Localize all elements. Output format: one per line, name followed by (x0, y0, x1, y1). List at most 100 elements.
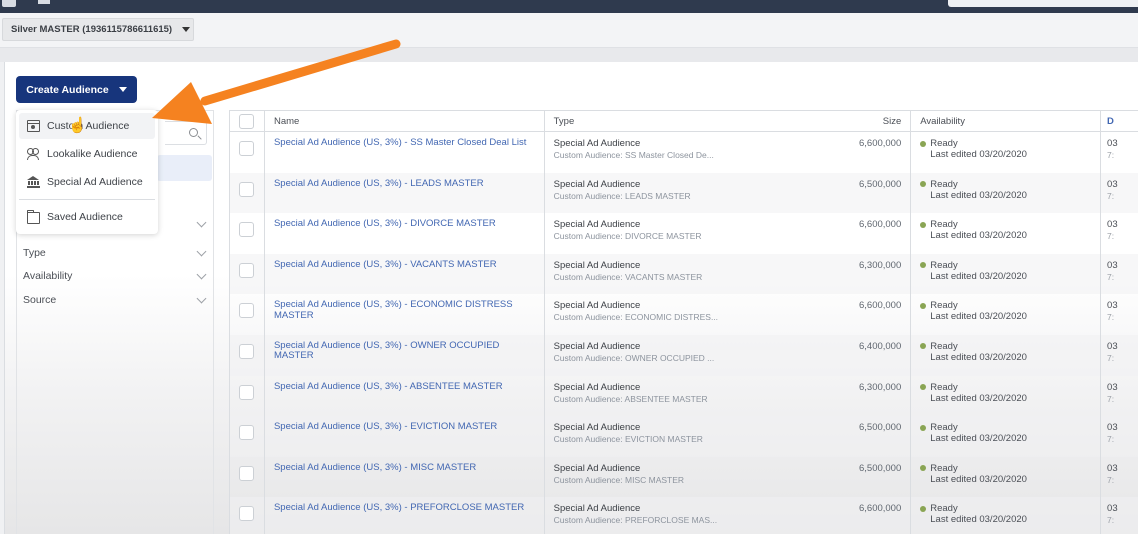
name-cell: Special Ad Audience (US, 3%) - SS Master… (265, 132, 545, 173)
table-row[interactable]: Special Ad Audience (US, 3%) - OWNER OCC… (229, 334, 1138, 376)
status-label: Ready (930, 259, 958, 271)
filter-availability[interactable]: Availability (23, 269, 209, 282)
column-header-label: Type (553, 115, 575, 127)
time-created: 7: (1107, 231, 1115, 242)
audience-name-link[interactable]: Special Ad Audience (US, 3%) - OWNER OCC… (274, 340, 536, 362)
date-cell: 03 7: (1101, 254, 1138, 295)
date-created: 03 (1107, 462, 1118, 474)
audience-name-link[interactable]: Special Ad Audience (US, 3%) - ABSENTEE … (274, 381, 536, 393)
name-cell: Special Ad Audience (US, 3%) - EVICTION … (265, 416, 545, 457)
availability-cell: Ready Last edited 03/20/2020 (911, 334, 1102, 376)
row-checkbox[interactable] (239, 425, 255, 441)
status-dot-icon (920, 262, 927, 269)
row-checkbox[interactable] (239, 222, 255, 238)
select-all-checkbox[interactable] (239, 113, 255, 129)
sidebar-selected-item[interactable] (157, 155, 212, 181)
table-row[interactable]: Special Ad Audience (US, 3%) - EVICTION … (229, 416, 1138, 457)
time-created: 7: (1107, 515, 1115, 526)
date-created: 03 (1107, 340, 1118, 352)
date-cell: 03 7: (1101, 213, 1138, 254)
row-checkbox[interactable] (239, 343, 255, 359)
status-dot-icon (920, 302, 927, 309)
filter-label: Type (23, 247, 46, 259)
date-cell: 03 7: (1101, 457, 1138, 498)
audience-name-link[interactable]: Special Ad Audience (US, 3%) - SS Master… (274, 137, 536, 149)
search-icon (189, 128, 198, 137)
last-edited: Last edited 03/20/2020 (930, 433, 1027, 445)
time-created: 7: (1107, 474, 1115, 485)
audience-name-link[interactable]: Special Ad Audience (US, 3%) - PREFORCLO… (274, 503, 536, 514)
audience-source: Custom Audience: OWNER OCCUPIED ... (553, 352, 715, 363)
column-header-name[interactable]: Name (265, 111, 545, 131)
audience-name-link[interactable]: Special Ad Audience (US, 3%) - DIVORCE M… (274, 219, 536, 230)
audience-source: Custom Audience: PREFORCLOSE MAS... (553, 515, 718, 526)
table-body: Special Ad Audience (US, 3%) - SS Master… (229, 132, 1138, 534)
menu-item-special-ad-audience[interactable]: Special Ad Audience (19, 169, 155, 195)
filter-type[interactable]: Type (23, 246, 209, 259)
account-selector[interactable]: Silver MASTER (1936115786611615) (2, 18, 194, 41)
status-dot-icon (920, 181, 927, 188)
audience-source: Custom Audience: SS Master Closed De... (553, 150, 714, 160)
row-checkbox[interactable] (239, 262, 255, 278)
audience-source: Custom Audience: ABSENTEE MASTER (553, 393, 708, 404)
table-row[interactable]: Special Ad Audience (US, 3%) - ECONOMIC … (229, 294, 1138, 335)
audience-type: Special Ad Audience (553, 381, 641, 393)
audience-type: Special Ad Audience (553, 300, 641, 312)
status-label: Ready (930, 503, 958, 515)
row-checkbox[interactable] (239, 506, 255, 522)
audience-size: 6,300,000 (858, 259, 902, 271)
row-checkbox[interactable] (239, 303, 255, 319)
table-header: Name Type Size Availability D (229, 110, 1138, 132)
table-row[interactable]: Special Ad Audience (US, 3%) - MISC MAST… (229, 456, 1138, 498)
audience-name-link[interactable]: Special Ad Audience (US, 3%) - LEADS MAS… (274, 178, 536, 190)
column-header-type[interactable]: Type Size (545, 111, 912, 131)
column-header-availability[interactable]: Availability (911, 111, 1102, 131)
sidebar-search-input[interactable] (165, 121, 207, 145)
type-cell: Special Ad Audience Custom Audience: ECO… (545, 294, 912, 335)
chevron-down-icon (196, 246, 207, 256)
row-checkbox[interactable] (239, 465, 255, 481)
status-label: Ready (930, 178, 958, 190)
create-audience-button[interactable]: Create Audience (16, 76, 137, 103)
filter-source[interactable]: Source (23, 293, 209, 306)
facebook-logo-icon[interactable] (2, 0, 16, 7)
row-checkbox[interactable] (239, 181, 255, 197)
table-row[interactable]: Special Ad Audience (US, 3%) - LEADS MAS… (229, 172, 1138, 214)
menu-icon[interactable] (38, 0, 50, 4)
type-cell: Special Ad Audience Custom Audience: PRE… (545, 497, 912, 534)
status-dot-icon (920, 505, 927, 512)
date-cell: 03 7: (1101, 335, 1138, 376)
audience-name-link[interactable]: Special Ad Audience (US, 3%) - VACANTS M… (274, 259, 536, 271)
row-checkbox[interactable] (239, 384, 255, 400)
filter-label: Availability (23, 270, 73, 282)
table-row[interactable]: Special Ad Audience (US, 3%) - SS Master… (229, 132, 1138, 173)
date-cell: 03 7: (1101, 376, 1138, 417)
audience-name-link[interactable]: Special Ad Audience (US, 3%) - ECONOMIC … (274, 300, 536, 321)
last-edited: Last edited 03/20/2020 (930, 351, 1027, 363)
lookalike-icon (27, 148, 40, 160)
date-created: 03 (1107, 503, 1118, 515)
availability-cell: Ready Last edited 03/20/2020 (911, 132, 1102, 173)
global-search-input[interactable] (948, 0, 1138, 7)
availability-cell: Ready Last edited 03/20/2020 (911, 294, 1102, 335)
audience-size: 6,500,000 (858, 178, 902, 190)
audience-name-link[interactable]: Special Ad Audience (US, 3%) - MISC MAST… (274, 462, 536, 474)
name-cell: Special Ad Audience (US, 3%) - PREFORCLO… (265, 497, 545, 534)
table-row[interactable]: Special Ad Audience (US, 3%) - PREFORCLO… (229, 497, 1138, 534)
column-header-size[interactable]: Size (883, 116, 901, 127)
row-checkbox-cell (230, 172, 265, 214)
menu-item-saved-audience[interactable]: Saved Audience (19, 204, 155, 230)
table-row[interactable]: Special Ad Audience (US, 3%) - DIVORCE M… (229, 213, 1138, 254)
custom-audience-icon (27, 120, 40, 132)
column-header-date[interactable]: D (1101, 111, 1138, 131)
menu-item-lookalike-audience[interactable]: Lookalike Audience (19, 141, 155, 167)
audience-name-link[interactable]: Special Ad Audience (US, 3%) - EVICTION … (274, 422, 536, 433)
menu-item-custom-audience[interactable]: Custom Audience (19, 113, 155, 139)
audience-source: Custom Audience: EVICTION MASTER (553, 434, 703, 445)
table-row[interactable]: Special Ad Audience (US, 3%) - VACANTS M… (229, 253, 1138, 295)
table-row[interactable]: Special Ad Audience (US, 3%) - ABSENTEE … (229, 375, 1138, 417)
date-created: 03 (1107, 259, 1118, 271)
menu-divider (19, 199, 155, 200)
availability-cell: Ready Last edited 03/20/2020 (911, 213, 1102, 254)
row-checkbox[interactable] (239, 141, 255, 156)
